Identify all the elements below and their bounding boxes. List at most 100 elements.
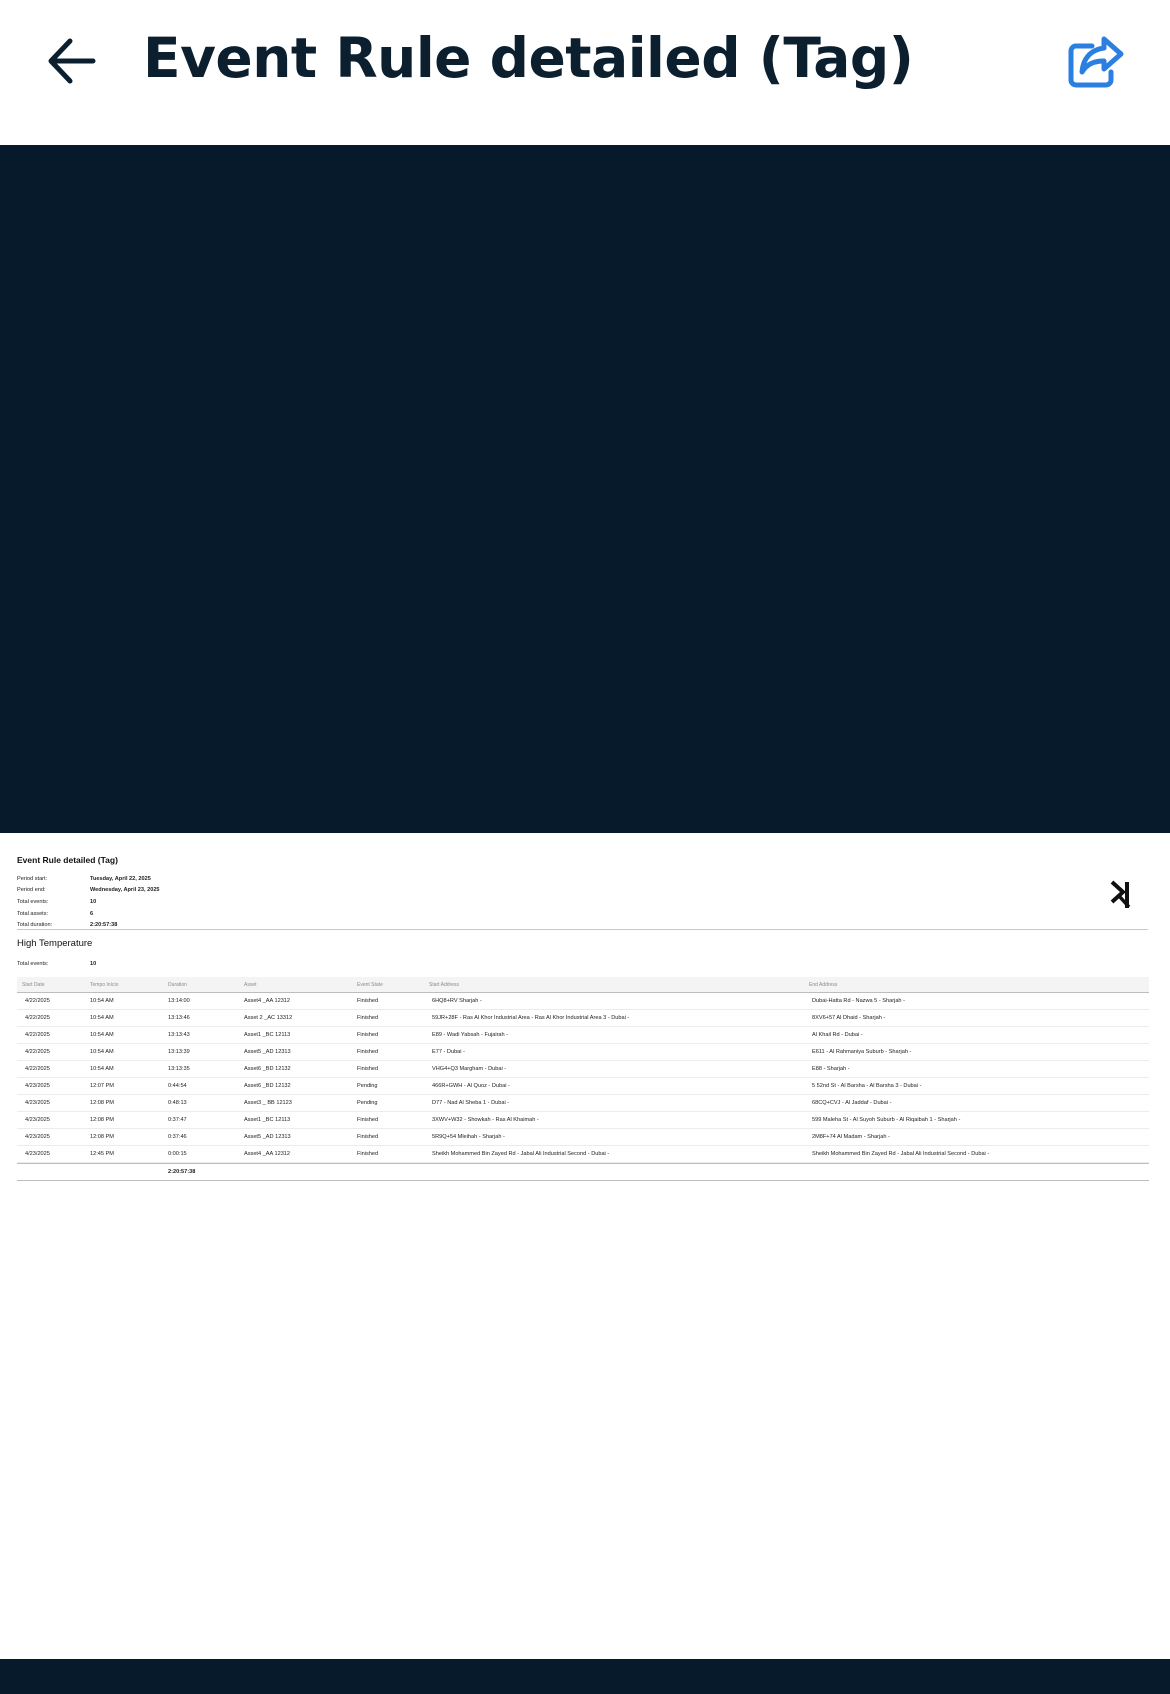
meta-value: 2:20:57:38 — [90, 922, 118, 929]
cell-start-date: 4/22/2025 — [25, 1066, 50, 1072]
cell-start-time: 12:08 PM — [90, 1117, 114, 1123]
cell-start-date: 4/22/2025 — [25, 1032, 50, 1038]
cell-start-date: 4/22/2025 — [25, 1015, 50, 1021]
cell-end-address: 599 Maleha St - Al Suyoh Suburb - Al Riq… — [812, 1117, 961, 1123]
events-table: Start Date Tempo Início Duration Asset E… — [17, 977, 1149, 1181]
cell-duration: 0:48:13 — [168, 1100, 187, 1106]
cell-start-date: 4/23/2025 — [25, 1151, 50, 1157]
cell-end-address: 68CQ+CVJ - Al Jaddaf - Dubai - — [812, 1100, 892, 1106]
cell-start-address: 466R+GWH - Al Quoz - Dubai - — [432, 1083, 510, 1089]
cell-start-time: 12:08 PM — [90, 1100, 114, 1106]
cell-duration: 13:14:00 — [168, 998, 190, 1004]
meta-label: Period start: — [17, 875, 48, 882]
back-button[interactable] — [36, 26, 106, 96]
column-header: Event State — [357, 982, 383, 988]
meta-label: Total events: — [17, 898, 49, 905]
cell-event-state: Finished — [357, 1049, 379, 1055]
cell-asset: Asset4 _AA 12312 — [244, 1151, 291, 1157]
table-header: Start Date Tempo Início Duration Asset E… — [17, 977, 1149, 993]
report-title: Event Rule detailed (Tag) — [17, 855, 118, 865]
column-header: Start Address — [429, 982, 460, 988]
column-header: Tempo Início — [90, 982, 119, 988]
cell-start-address: Sheikh Mohammed Bin Zayed Rd - Jabal Ali… — [432, 1151, 610, 1157]
meta-label: Period end: — [17, 887, 46, 894]
cell-event-state: Finished — [357, 1117, 379, 1123]
share-button[interactable] — [1062, 28, 1130, 96]
cell-end-address: Al Khail Rd - Dubai - — [812, 1032, 863, 1038]
cell-event-state: Pending — [357, 1100, 378, 1106]
column-header: Duration — [168, 982, 187, 988]
meta-row: Total events: 10 — [17, 896, 160, 908]
meta-value: Wednesday, April 23, 2025 — [90, 887, 160, 894]
table-footer: 2:20:57:38 — [17, 1163, 1149, 1181]
cell-start-address: 5R9Q+54 Mleihah - Sharjah - — [432, 1134, 505, 1140]
table-row: 4/22/2025 10:54 AM 13:14:00 Asset4 _AA 1231… — [17, 993, 1149, 1010]
cell-end-address: Sheikh Mohammed Bin Zayed Rd - Jabal Ali… — [812, 1151, 990, 1157]
cell-start-time: 10:54 AM — [90, 1049, 114, 1055]
cell-end-address: 2M8F+74 Al Madam - Sharjah - — [812, 1134, 890, 1140]
meta-value: 6 — [90, 910, 94, 917]
cell-start-time: 12:08 PM — [90, 1134, 114, 1140]
company-logo-icon — [1110, 880, 1131, 909]
column-header: Start Date — [22, 982, 45, 988]
cell-asset: Asset6 _BD 12132 — [244, 1066, 291, 1072]
meta-row: Period end: Wednesday, April 23, 2025 — [17, 885, 160, 897]
report-meta: Period start: Tuesday, April 22, 2025 Per… — [17, 873, 160, 931]
cell-end-address: Dubai-Hatta Rd - Nazwa 5 - Sharjah - — [812, 998, 905, 1004]
app-header: Event Rule detailed (Tag) — [0, 0, 1170, 145]
cell-event-state: Finished — [357, 1134, 379, 1140]
meta-label: Total duration: — [17, 922, 53, 929]
meta-row: Period start: Tuesday, April 22, 2025 — [17, 873, 160, 885]
table-row: 4/23/2025 12:07 PM 0:44:54 Asset6 _BD 12132… — [17, 1078, 1149, 1095]
report-preview[interactable]: Event Rule detailed (Tag) Period start: T… — [0, 833, 1170, 1659]
table-row: 4/22/2025 10:54 AM 13:13:46 Asset 2 _AC 133… — [17, 1010, 1149, 1027]
column-header: Asset — [244, 982, 257, 988]
cell-asset: Asset1 _BC 12113 — [244, 1032, 291, 1038]
cell-start-date: 4/23/2025 — [25, 1100, 50, 1106]
cell-duration: 0:44:54 — [168, 1083, 187, 1089]
table-row: 4/23/2025 12:08 PM 0:37:46 Asset5 _AD 12313… — [17, 1129, 1149, 1146]
section-meta-value: 10 — [90, 961, 97, 967]
divider — [17, 929, 1148, 930]
bottom-bar — [0, 1659, 1170, 1694]
cell-end-address: 5 52nd St - Al Barsha - Al Barsha 3 - Du… — [812, 1083, 922, 1089]
cell-start-time: 10:54 AM — [90, 1032, 114, 1038]
table-row: 4/23/2025 12:08 PM 0:37:47 Asset1 _BC 12113… — [17, 1112, 1149, 1129]
cell-start-address: 6HQ8+RV Sharjah - — [432, 998, 482, 1004]
cell-start-date: 4/23/2025 — [25, 1134, 50, 1140]
cell-start-address: 3XWV+W32 - Showkah - Ras Al Khaimah - — [432, 1117, 539, 1123]
section-title: High Temperature — [17, 938, 93, 949]
cell-duration: 13:13:43 — [168, 1032, 190, 1038]
cell-event-state: Finished — [357, 1015, 379, 1021]
cell-event-state: Pending — [357, 1083, 378, 1089]
cell-start-address: VHG4+Q3 Margham - Dubai - — [432, 1066, 507, 1072]
cell-start-date: 4/22/2025 — [25, 998, 50, 1004]
cell-asset: Asset5 _AD 12313 — [244, 1134, 291, 1140]
cell-end-address: E611 - Al Rahmaniya Suburb - Sharjah - — [812, 1049, 912, 1055]
table-row: 4/22/2025 10:54 AM 13:13:43 Asset1 _BC 1211… — [17, 1027, 1149, 1044]
cell-duration: 13:13:35 — [168, 1066, 190, 1072]
cell-event-state: Finished — [357, 1066, 379, 1072]
cell-start-time: 10:54 AM — [90, 1015, 114, 1021]
cell-duration: 13:13:39 — [168, 1049, 190, 1055]
section-meta: Total events: 10 — [17, 961, 96, 967]
table-row: 4/22/2025 10:54 AM 13:13:39 Asset5 _AD 1231… — [17, 1044, 1149, 1061]
cell-duration: 0:37:47 — [168, 1117, 187, 1123]
total-duration: 2:20:57:38 — [168, 1169, 196, 1175]
cell-start-address: 59JR+28F - Ras Al Khor Industrial Area -… — [432, 1015, 630, 1021]
cell-asset: Asset6 _BD 12132 — [244, 1083, 291, 1089]
meta-row: Total assets: 6 — [17, 908, 160, 920]
page-title: Event Rule detailed (Tag) — [143, 26, 914, 90]
cell-start-address: E77 - Dubai - — [432, 1049, 465, 1055]
cell-start-date: 4/23/2025 — [25, 1083, 50, 1089]
cell-asset: Asset 2 _AC 13312 — [244, 1015, 293, 1021]
meta-value: Tuesday, April 22, 2025 — [90, 875, 151, 882]
cell-event-state: Finished — [357, 998, 379, 1004]
section-meta-label: Total events: — [17, 961, 49, 967]
cell-asset: Asset1 _BC 12113 — [244, 1117, 291, 1123]
cell-asset: Asset3 _ BB 12123 — [244, 1100, 292, 1106]
table-row: 4/23/2025 12:45 PM 0:00:15 Asset4 _AA 12312… — [17, 1146, 1149, 1163]
cell-duration: 13:13:46 — [168, 1015, 190, 1021]
cell-start-time: 10:54 AM — [90, 1066, 114, 1072]
cell-start-date: 4/23/2025 — [25, 1117, 50, 1123]
